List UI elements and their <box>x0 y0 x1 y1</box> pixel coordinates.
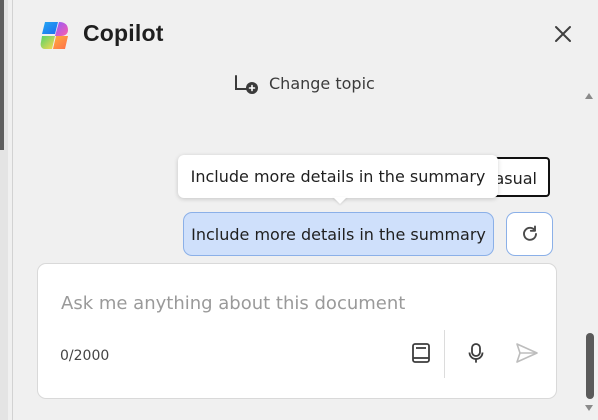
suggestion-label: Include more details in the summary <box>191 224 486 244</box>
tooltip-arrow <box>333 197 347 204</box>
close-icon <box>555 26 571 42</box>
refresh-icon <box>522 225 537 241</box>
send-icon <box>516 343 538 363</box>
microphone-icon <box>468 343 484 363</box>
scroll-down-arrow-icon[interactable] <box>585 405 593 411</box>
input-toolbar-divider <box>444 330 445 378</box>
refresh-suggestions-button[interactable] <box>506 212 553 256</box>
close-button[interactable] <box>549 20 577 48</box>
copilot-panel: Copilot Change topic casual Include more… <box>0 0 598 420</box>
left-scroll-indicator <box>0 0 4 150</box>
change-topic-button[interactable]: Change topic <box>233 72 375 96</box>
document-button[interactable] <box>406 338 436 368</box>
suggestion-tooltip: Include more details in the summary <box>178 155 498 198</box>
suggestion-chip[interactable]: Include more details in the summary <box>183 212 494 256</box>
microphone-button[interactable] <box>461 338 491 368</box>
send-button[interactable] <box>512 338 542 368</box>
character-counter: 0/2000 <box>60 348 110 364</box>
panel-title: Copilot <box>83 20 164 46</box>
panel-header: Copilot <box>13 0 598 72</box>
tooltip-text: Include more details in the summary <box>190 167 486 186</box>
message-input-placeholder[interactable]: Ask me anything about this document <box>61 293 405 314</box>
message-input-card[interactable]: Ask me anything about this document 0/20… <box>37 263 557 399</box>
scroll-up-arrow-icon[interactable] <box>585 93 593 99</box>
change-topic-label: Change topic <box>269 73 375 93</box>
scrollbar-thumb[interactable] <box>586 333 594 399</box>
change-topic-icon <box>235 75 258 94</box>
document-icon <box>412 343 430 363</box>
copilot-logo-icon <box>40 22 68 49</box>
